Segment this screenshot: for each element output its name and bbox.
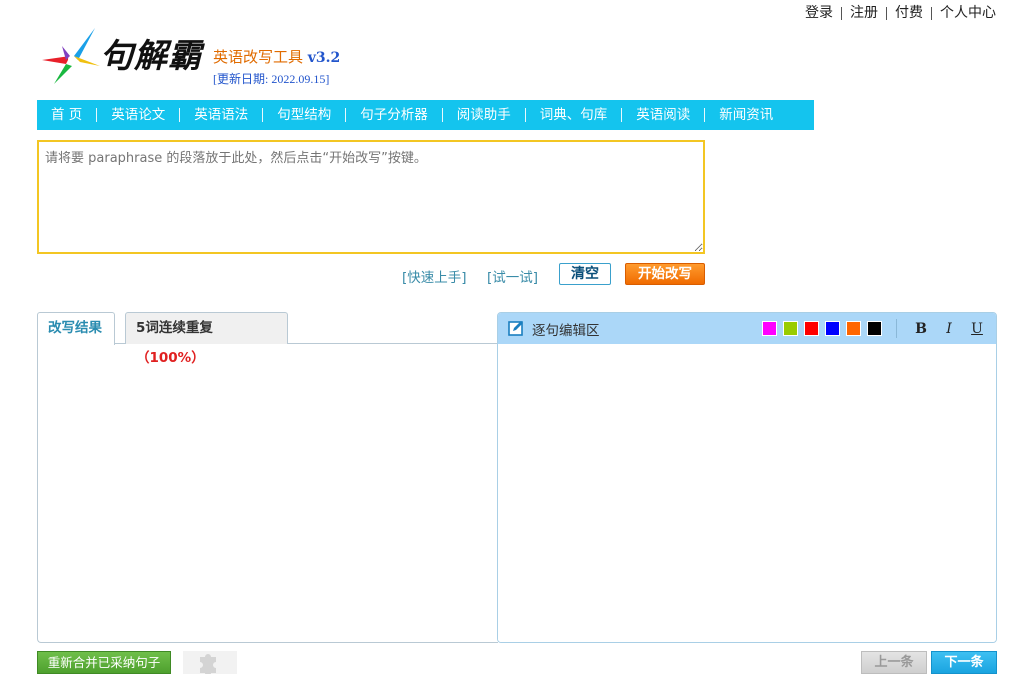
update-date: [更新日期: 2022.09.15] [213,72,330,86]
register-link[interactable]: 注册 [842,5,886,21]
puzzle-button[interactable] [183,651,237,676]
main-nav: 首 页 英语论文 英语语法 句型结构 句子分析器 阅读助手 词典、句库 英语阅读… [37,100,814,130]
color-magenta-swatch[interactable] [762,321,777,336]
version-label: v3.2 [307,50,341,66]
toolbar-divider [896,319,897,338]
logo-star-icon [42,28,100,84]
payment-link[interactable]: 付费 [887,5,931,21]
nav-english-papers[interactable]: 英语论文 [97,100,179,130]
login-link[interactable]: 登录 [797,5,841,21]
clear-button[interactable]: 清空 [559,263,611,285]
nav-sentence-structure[interactable]: 句型结构 [263,100,345,130]
product-name: 英语改写工具 [213,48,304,66]
color-blue-swatch[interactable] [825,321,840,336]
result-panel: 改写结果 5词连续重复（100%） [37,312,498,643]
prev-button[interactable]: 上一条 [861,651,927,674]
color-black-swatch[interactable] [867,321,882,336]
sentence-edit-panel: 逐句编辑区 B I U [497,312,997,643]
tab-five-word-repeat[interactable]: 5词连续重复（100%） [125,312,288,366]
profile-link[interactable]: 个人中心 [932,5,996,21]
next-button[interactable]: 下一条 [931,651,997,674]
quick-start-link[interactable]: [快速上手] [402,266,467,286]
nav-news[interactable]: 新闻资讯 [705,100,787,130]
nav-english-reading[interactable]: 英语阅读 [622,100,704,130]
underline-button[interactable]: U [968,320,986,338]
bold-button[interactable]: B [912,320,930,338]
nav-reading-assistant[interactable]: 阅读助手 [443,100,525,130]
tab-repeat-label: 5词连续重复 [136,320,213,336]
edit-area-content[interactable] [498,344,996,642]
color-orange-swatch[interactable] [846,321,861,336]
logo-product: 英语改写工具 v3.2 [213,46,340,67]
edit-area-title: 逐句编辑区 [532,323,600,339]
logo-brand: 句解霸 [100,36,202,75]
tab-rewrite-result[interactable]: 改写结果 [37,312,115,345]
result-content [37,344,498,643]
italic-button[interactable]: I [940,320,958,338]
user-links: 登录 注册 付费 个人中心 [797,5,996,21]
puzzle-icon [200,654,216,676]
edit-toolbar: 逐句编辑区 B I U [498,313,996,344]
color-red-swatch[interactable] [804,321,819,336]
color-green-swatch[interactable] [783,321,798,336]
merge-adopted-button[interactable]: 重新合并已采纳句子 [37,651,171,674]
result-tabs: 改写结果 5词连续重复（100%） [37,312,498,366]
start-rewrite-button[interactable]: 开始改写 [625,263,705,285]
nav-english-grammar[interactable]: 英语语法 [180,100,262,130]
nav-dictionary[interactable]: 词典、句库 [526,100,622,130]
site-logo[interactable]: 句解霸 英语改写工具 v3.2 [更新日期: 2022.09.15] [40,26,340,92]
action-row: [快速上手] [试一试] 清空 开始改写 [0,263,1016,287]
nav-sentence-analyzer[interactable]: 句子分析器 [346,100,442,130]
nav-home[interactable]: 首 页 [37,100,96,130]
try-it-link[interactable]: [试一试] [487,266,538,286]
edit-icon [508,321,523,336]
paragraph-input[interactable] [37,140,705,254]
